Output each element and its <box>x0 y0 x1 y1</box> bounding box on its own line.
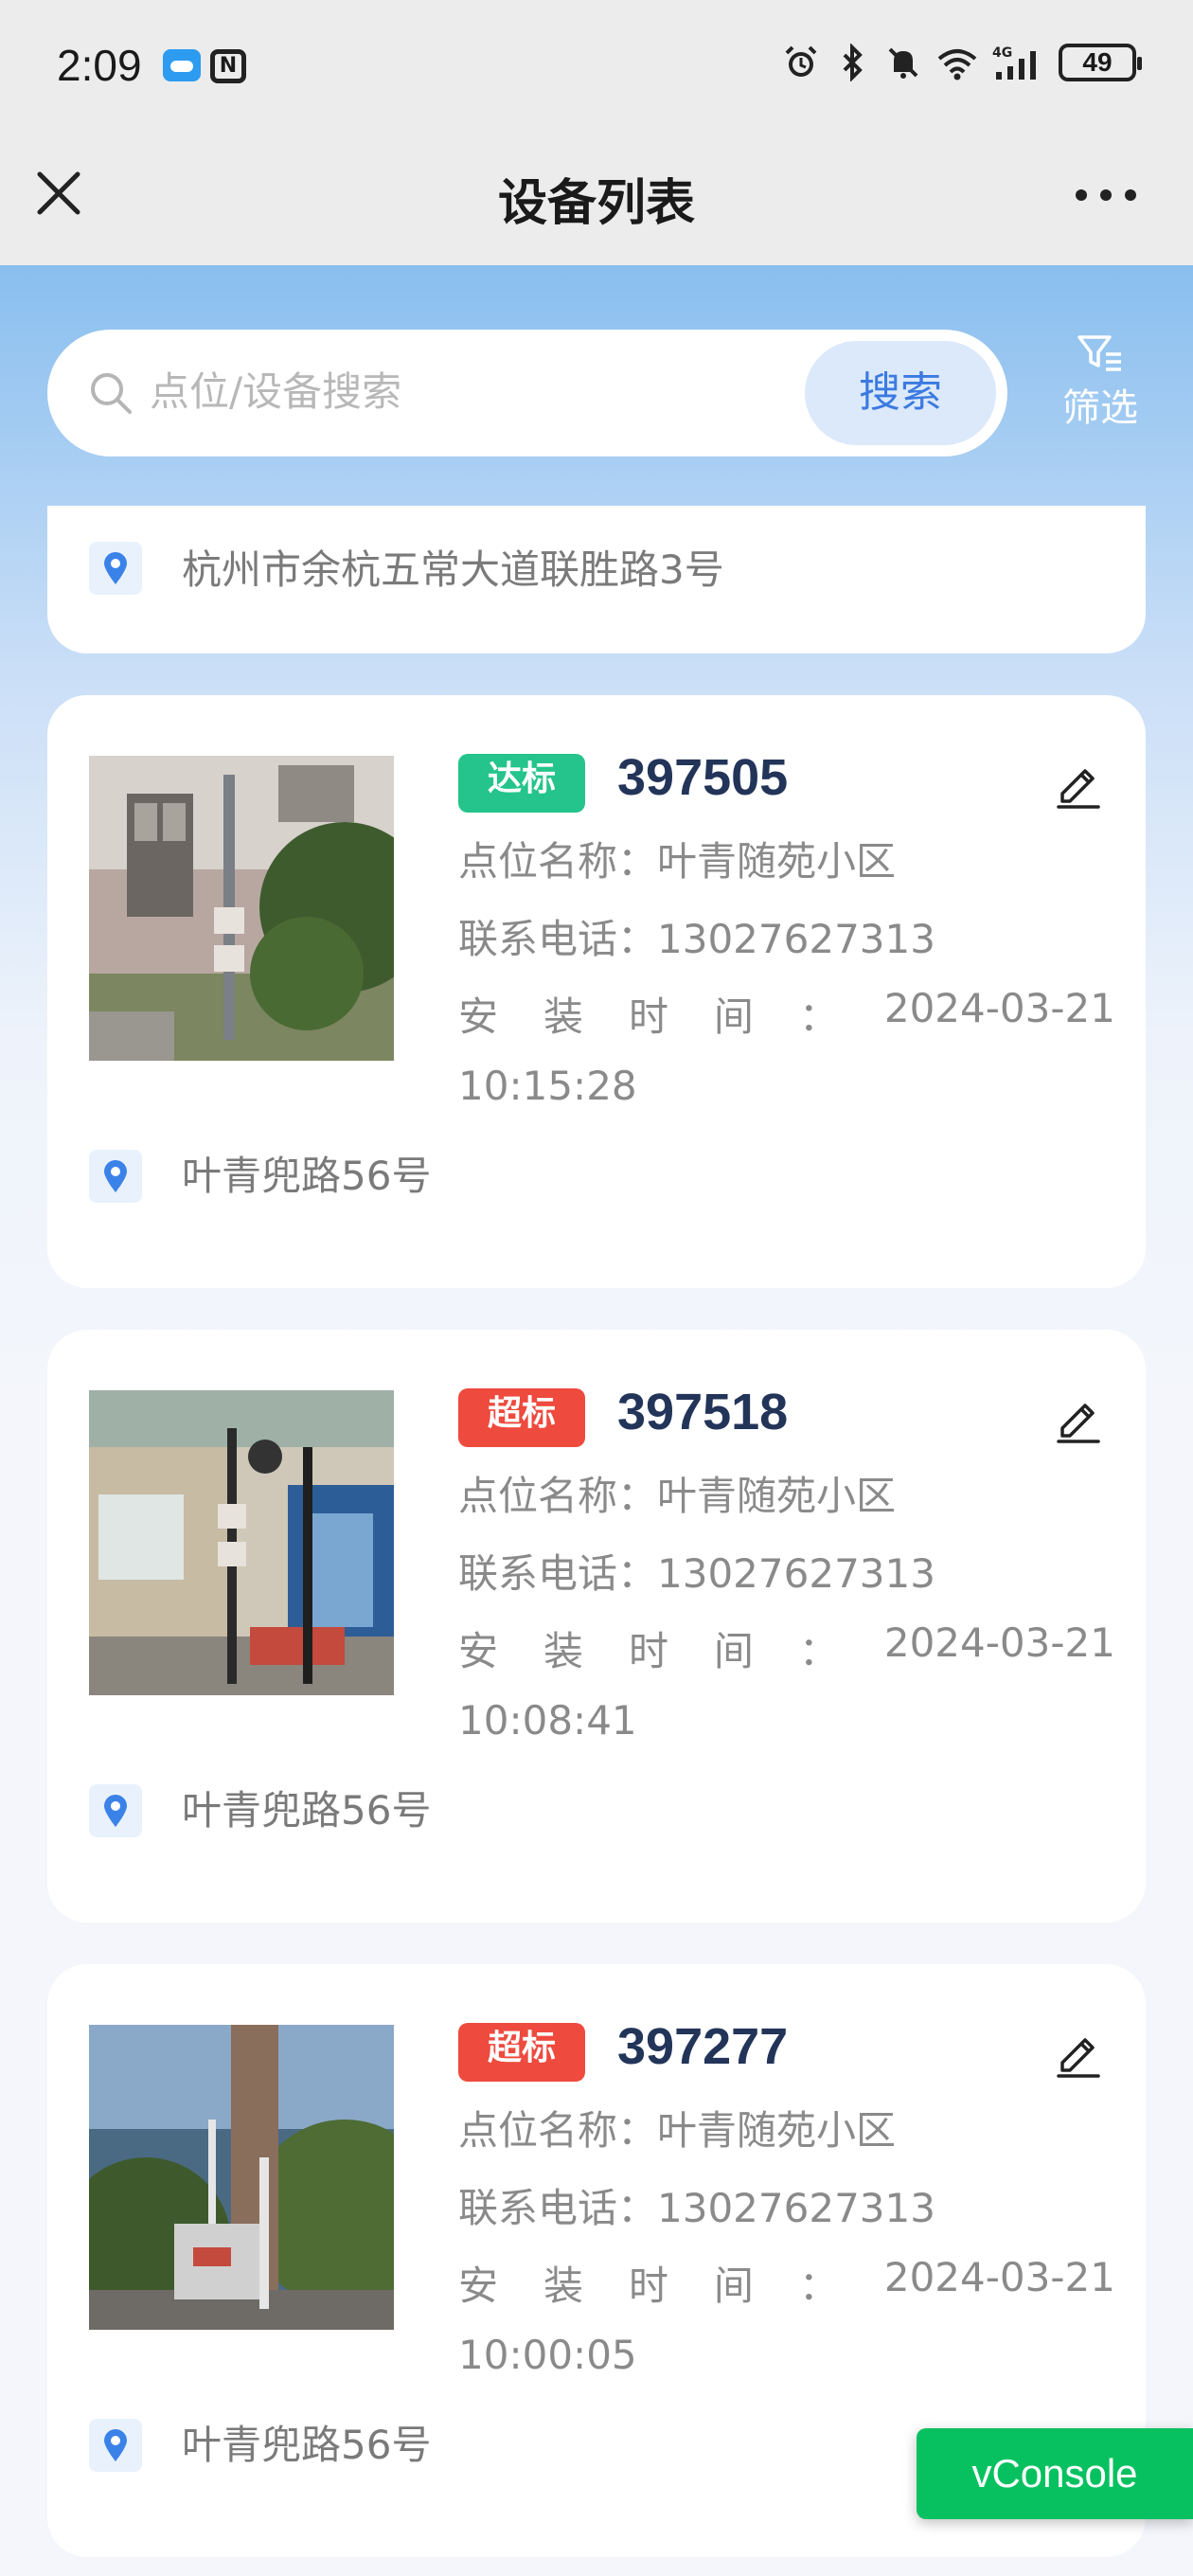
phone-label: 联系电话： <box>458 1550 658 1597</box>
status-bar: 2:09 N 4G 49 <box>0 0 1193 133</box>
page-title: 设备列表 <box>497 175 695 232</box>
device-id: 397505 <box>617 749 789 806</box>
install-label-char: 间 <box>713 2263 754 2309</box>
install-time-row: 安 装 时 间 ： 2024-03-21 <box>458 985 1115 1043</box>
phone-row: 联系电话：13027627313 <box>458 2176 935 2234</box>
mute-bell-icon <box>888 47 918 79</box>
site-name-row: 点位名称：叶青随苑小区 <box>458 830 896 887</box>
phone-value: 13027627313 <box>657 916 935 962</box>
device-photo[interactable] <box>89 2025 394 2330</box>
more-options-icon[interactable] <box>1076 186 1144 205</box>
install-time-row: 安 装 时 间 ： 2024-03-21 <box>458 2254 1115 2312</box>
search-button[interactable]: 搜索 <box>805 341 996 445</box>
device-address: 杭州市余杭五常大道联胜路3号 <box>182 546 724 593</box>
device-address: 叶青兜路56号 <box>182 1787 432 1834</box>
vconsole-button[interactable]: vConsole <box>917 2428 1193 2519</box>
install-label-char: 时 <box>628 2263 668 2309</box>
phone-value: 13027627313 <box>657 2185 935 2231</box>
device-id: 397277 <box>617 2018 789 2075</box>
install-label-char: 装 <box>543 2263 583 2309</box>
install-label-char: 间 <box>713 993 754 1040</box>
phone-label: 联系电话： <box>458 916 658 962</box>
edit-icon[interactable] <box>1051 2027 1104 2080</box>
location-pin-icon <box>89 1150 142 1203</box>
status-badge: 达标 <box>458 754 585 813</box>
search-icon <box>91 373 132 414</box>
location-pin-icon <box>89 1784 142 1837</box>
install-date: 2024-03-21 <box>883 1619 1115 1666</box>
phone-value: 13027627313 <box>657 1550 935 1597</box>
install-date: 2024-03-21 <box>883 985 1115 1031</box>
alarm-icon <box>785 45 817 77</box>
install-label-char: ： <box>798 1628 839 1674</box>
install-label-char: 安 <box>458 2263 499 2309</box>
svg-text:4G: 4G <box>992 45 1012 61</box>
device-photo[interactable] <box>89 756 394 1061</box>
wifi-icon <box>937 49 977 80</box>
signal-4g-icon: 4G <box>992 45 1036 80</box>
site-name-value: 叶青随苑小区 <box>657 1473 897 1519</box>
install-label-char: 时 <box>628 993 668 1040</box>
install-label-char: 装 <box>543 993 583 1040</box>
device-photo[interactable] <box>89 1390 394 1695</box>
site-name-value: 叶青随苑小区 <box>657 2107 897 2154</box>
status-badge: 超标 <box>458 2023 585 2082</box>
install-label-char: 安 <box>458 993 499 1040</box>
site-name-label: 点位名称： <box>458 2107 658 2154</box>
device-card-partial[interactable]: 杭州市余杭五常大道联胜路3号 <box>47 506 1146 653</box>
phone-row: 联系电话：13027627313 <box>458 1542 935 1600</box>
install-label-char: 安 <box>458 1628 499 1674</box>
install-label-char: 时 <box>628 1628 668 1674</box>
device-address: 叶青兜路56号 <box>182 1153 432 1199</box>
device-id: 397518 <box>617 1384 789 1440</box>
search-input[interactable] <box>150 352 775 430</box>
site-name-value: 叶青随苑小区 <box>657 838 897 885</box>
location-pin-icon <box>89 542 142 595</box>
install-time: 10:00:05 <box>458 2332 637 2378</box>
filter-label: 筛选 <box>1062 386 1138 430</box>
site-name-label: 点位名称： <box>458 1473 658 1519</box>
site-name-label: 点位名称： <box>458 838 658 885</box>
location-pin-icon <box>89 2419 142 2472</box>
install-date: 2024-03-21 <box>883 2254 1115 2300</box>
status-badge: 超标 <box>458 1388 585 1447</box>
phone-row: 联系电话：13027627313 <box>458 907 935 965</box>
device-card[interactable]: 超标 397518 点位名称：叶青随苑小区 联系电话：13027627313 安… <box>47 1330 1146 1923</box>
bluetooth-icon <box>843 44 863 81</box>
battery-icon: 49 <box>1059 44 1142 81</box>
install-label-char: 间 <box>713 1628 754 1674</box>
site-name-row: 点位名称：叶青随苑小区 <box>458 1464 896 1522</box>
status-time: 2:09 <box>57 41 142 90</box>
filter-icon <box>1077 335 1121 371</box>
status-icons: 4G 49 <box>782 44 1142 81</box>
device-card[interactable]: 达标 397505 点位名称：叶青随苑小区 联系电话：13027627313 安… <box>47 695 1146 1288</box>
install-label-char: ： <box>798 993 839 1040</box>
install-label-char: 装 <box>543 1628 583 1674</box>
nfc-icon: N <box>210 49 246 83</box>
install-time-row: 安 装 时 间 ： 2024-03-21 <box>458 1619 1115 1677</box>
edit-icon[interactable] <box>1051 758 1104 811</box>
phone-label: 联系电话： <box>458 2185 658 2231</box>
filter-button[interactable]: 筛选 <box>1051 333 1149 438</box>
cloud-app-icon <box>163 49 201 81</box>
device-address: 叶青兜路56号 <box>182 2422 432 2468</box>
edit-icon[interactable] <box>1051 1392 1104 1445</box>
install-time: 10:08:41 <box>458 1697 637 1744</box>
site-name-row: 点位名称：叶青随苑小区 <box>458 2099 896 2156</box>
install-time: 10:15:28 <box>458 1063 637 1109</box>
install-label-char: ： <box>798 2263 839 2309</box>
